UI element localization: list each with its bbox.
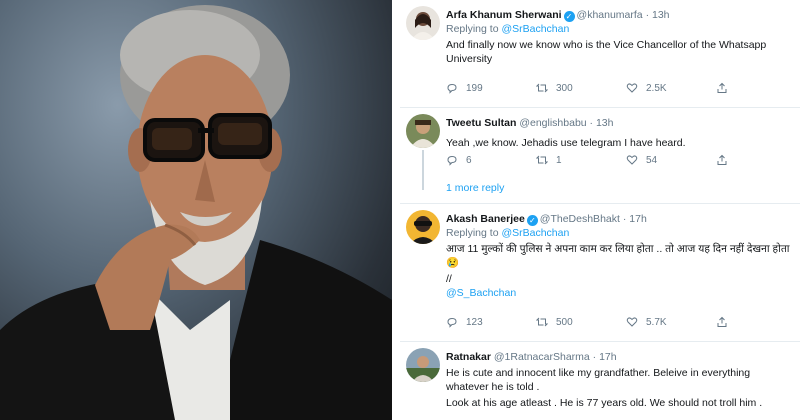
avatar[interactable]: [406, 114, 440, 148]
author-handle[interactable]: @khanumarfa: [577, 9, 643, 21]
tweet-text: He is cute and innocent like my grandfat…: [446, 367, 751, 393]
replying-to: Replying to @SrBachchan: [446, 22, 794, 36]
separator: ·: [645, 9, 650, 21]
tweet-text-extra: Look at his age atleast . He is 77 years…: [446, 397, 763, 409]
retweet-icon: [536, 155, 548, 165]
reply-icon: [447, 83, 457, 94]
avatar[interactable]: [406, 6, 440, 40]
reply-icon: [447, 155, 457, 166]
author-handle[interactable]: @englishbabu: [519, 117, 586, 129]
tweet-actions: 199 300 2.5K: [446, 82, 746, 96]
tweet-mention[interactable]: @S_Bachchan: [446, 286, 794, 300]
replying-label: Replying to: [446, 23, 499, 35]
retweet-icon: [536, 83, 548, 93]
author-name[interactable]: Akash Banerjee: [446, 213, 525, 225]
replying-mention[interactable]: @SrBachchan: [501, 23, 569, 35]
retweet-icon: [536, 317, 548, 327]
like-count: 2.5K: [646, 82, 667, 94]
share-action[interactable]: [716, 82, 728, 94]
like-action[interactable]: 2.5K: [626, 82, 667, 94]
separator: ·: [622, 213, 627, 225]
replying-to: Replying to @SrBachchan: [446, 226, 794, 240]
share-icon: [717, 316, 727, 327]
tweet-time[interactable]: 13h: [652, 9, 670, 21]
tweet-text: And finally now we know who is the Vice …: [446, 39, 767, 65]
retweet-action[interactable]: 1: [536, 154, 562, 166]
like-count: 5.7K: [646, 316, 667, 328]
portrait-illustration: [0, 5, 392, 420]
author-name[interactable]: Tweetu Sultan: [446, 117, 516, 129]
retweet-count: 500: [556, 316, 573, 328]
reply-count: 6: [466, 154, 472, 166]
tweet[interactable]: Ratnakar @1RatnacarSharma · 17h He is cu…: [400, 342, 800, 420]
tweet-text-extra: //: [446, 273, 452, 285]
tweet-actions: 6 1 54: [446, 154, 746, 168]
share-icon: [717, 82, 727, 93]
tweet[interactable]: Tweetu Sultan @englishbabu · 13h Yeah ,w…: [400, 108, 800, 204]
tweet-time[interactable]: 17h: [599, 351, 617, 363]
share-action[interactable]: [716, 316, 728, 328]
tweet-actions: 123 500 5.7K: [446, 316, 746, 330]
author-handle[interactable]: @TheDeshBhakt: [540, 213, 620, 225]
like-count: 54: [646, 154, 658, 166]
more-replies-link[interactable]: 1 more reply: [446, 182, 504, 194]
retweet-action[interactable]: 300: [536, 82, 573, 94]
avatar[interactable]: [406, 348, 440, 382]
tweet-header: Tweetu Sultan @englishbabu · 13h: [446, 116, 794, 130]
retweet-count: 1: [556, 154, 562, 166]
share-icon: [717, 154, 727, 165]
tweet[interactable]: Arfa Khanum Sherwani ✓ @khanumarfa · 13h R…: [400, 0, 800, 108]
news-photo: [0, 0, 392, 420]
reply-action[interactable]: 6: [446, 154, 472, 166]
reply-icon: [447, 317, 457, 328]
reply-count: 123: [466, 316, 483, 328]
verified-badge-icon: ✓: [563, 11, 575, 22]
heart-icon: [626, 317, 638, 327]
verified-badge-icon: ✓: [526, 215, 538, 226]
reply-action[interactable]: 199: [446, 82, 483, 94]
thread-line: [422, 150, 424, 190]
replying-label: Replying to: [446, 227, 499, 239]
panel-divider: [392, 0, 400, 420]
retweet-count: 300: [556, 82, 573, 94]
retweet-action[interactable]: 500: [536, 316, 573, 328]
share-action[interactable]: [716, 154, 728, 166]
heart-icon: [626, 155, 638, 165]
separator: ·: [589, 117, 594, 129]
tweet-header: Akash Banerjee ✓ @TheDeshBhakt · 17h: [446, 212, 794, 226]
reply-count: 199: [466, 82, 483, 94]
author-handle[interactable]: @1RatnacarSharma: [494, 351, 590, 363]
replying-mention[interactable]: @SrBachchan: [501, 227, 569, 239]
heart-icon: [626, 83, 638, 93]
avatar[interactable]: [406, 210, 440, 244]
tweet-header: Arfa Khanum Sherwani ✓ @khanumarfa · 13h: [446, 8, 794, 22]
author-name[interactable]: Ratnakar: [446, 351, 491, 363]
reply-action[interactable]: 123: [446, 316, 483, 328]
tweet-text: Yeah ,we know. Jehadis use telegram I ha…: [446, 137, 686, 149]
separator: ·: [592, 351, 597, 363]
tweet-feed: Arfa Khanum Sherwani ✓ @khanumarfa · 13h R…: [400, 0, 800, 420]
tweet-header: Ratnakar @1RatnacarSharma · 17h: [446, 350, 794, 364]
like-action[interactable]: 5.7K: [626, 316, 667, 328]
tweet-time[interactable]: 13h: [596, 117, 614, 129]
author-name[interactable]: Arfa Khanum Sherwani: [446, 9, 562, 21]
tweet-text: आज 11 मुल्कों की पुलिस ने अपना काम कर लि…: [446, 243, 790, 269]
tweet-time[interactable]: 17h: [629, 213, 647, 225]
tweet[interactable]: Akash Banerjee ✓ @TheDeshBhakt · 17h Reply…: [400, 204, 800, 342]
like-action[interactable]: 54: [626, 154, 657, 166]
